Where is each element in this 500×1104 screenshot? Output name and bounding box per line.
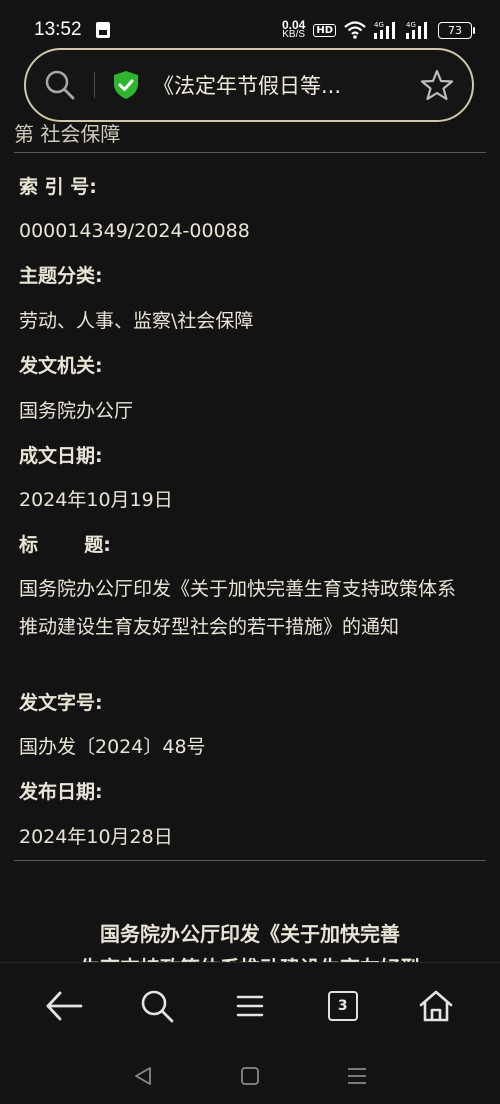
clock: 13:52 <box>34 19 82 40</box>
bookmark-star-icon[interactable] <box>420 68 454 102</box>
system-nav-bar <box>0 1048 500 1104</box>
sim-card-icon <box>95 22 110 38</box>
secure-shield-icon[interactable] <box>111 70 141 100</box>
signal-icon: 4G <box>374 21 395 39</box>
field-value-index: 000014349/2024-00088 <box>19 220 250 242</box>
battery-icon: 73 <box>438 21 475 39</box>
home-button[interactable] <box>406 976 466 1036</box>
article-heading: 国务院办公厅印发《关于加快完善 <box>100 922 400 946</box>
svg-text:4G: 4G <box>406 21 416 29</box>
field-label-index: 索 引 号: <box>19 176 97 198</box>
back-button[interactable] <box>34 976 94 1036</box>
browser-toolbar: 3 <box>0 962 500 1048</box>
field-label-doc-number: 发文字号: <box>19 692 103 714</box>
page-title[interactable]: 《法定年节假日等... <box>153 70 410 100</box>
address-bar[interactable]: 《法定年节假日等... <box>24 48 474 122</box>
search-icon <box>141 990 174 1022</box>
field-label-publish-date: 发布日期: <box>19 781 103 803</box>
field-value-category: 劳动、人事、监察\社会保障 <box>19 310 254 332</box>
field-value-issuer: 国务院办公厅 <box>19 400 134 422</box>
search-icon[interactable] <box>44 69 76 101</box>
field-label-category: 主题分类: <box>19 265 103 287</box>
divider-bottom <box>14 860 486 861</box>
nav-recents-icon[interactable] <box>346 1065 368 1087</box>
back-arrow-icon <box>46 991 83 1020</box>
svg-text:4G: 4G <box>374 21 384 29</box>
tabs-count-icon: 3 <box>327 990 358 1021</box>
divider <box>94 72 95 98</box>
cut-off-text: 第 社会保障 <box>14 122 121 146</box>
network-speed: 0.04 KB/S <box>281 18 306 40</box>
field-label-title: 标 题: <box>19 534 111 556</box>
hd-voice-icon: HD <box>313 23 336 37</box>
tabs-button[interactable]: 3 <box>313 976 373 1036</box>
divider-top <box>14 152 486 153</box>
menu-button[interactable] <box>220 976 280 1036</box>
nav-back-icon[interactable] <box>132 1065 154 1087</box>
signal-icon-2: 4G <box>406 21 427 39</box>
field-value-publish-date: 2024年10月28日 <box>19 826 173 848</box>
field-value-doc-number: 国办发〔2024〕48号 <box>19 736 206 758</box>
wifi-icon <box>344 21 366 39</box>
field-label-written-date: 成文日期: <box>19 445 103 467</box>
field-value-title: 国务院办公厅印发《关于加快完善生育支持政策体系推动建设生育友好型社会的若干措施》… <box>19 578 457 638</box>
search-button[interactable] <box>127 976 187 1036</box>
nav-home-icon[interactable] <box>239 1065 261 1087</box>
menu-icon <box>236 995 264 1016</box>
field-value-written-date: 2024年10月19日 <box>19 489 173 511</box>
field-label-issuer: 发文机关: <box>19 355 103 377</box>
home-icon <box>419 990 452 1021</box>
